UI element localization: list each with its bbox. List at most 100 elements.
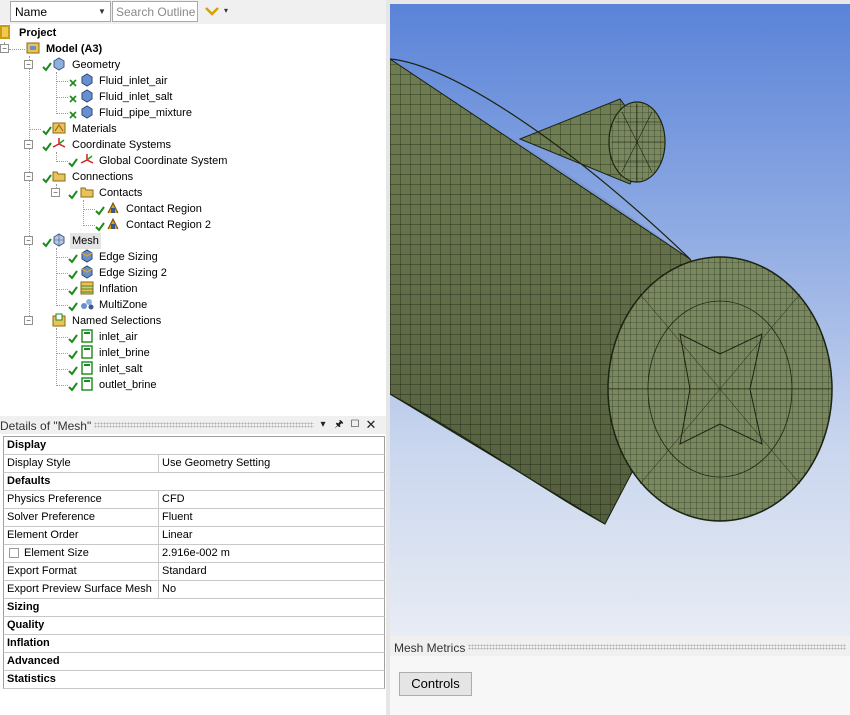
pin-icon[interactable]: 🖈: [332, 417, 346, 432]
check-icon: [68, 190, 78, 200]
collapse-toggle[interactable]: −: [24, 236, 33, 245]
details-property-row[interactable]: Display Style Use Geometry Setting: [3, 455, 385, 473]
dropdown-arrow-icon[interactable]: ▾: [224, 6, 234, 18]
tree-node-coordinate-systems[interactable]: Coordinate Systems: [52, 137, 252, 153]
details-property-row[interactable]: Element Order Linear: [3, 527, 385, 545]
details-panel-header: Details of "Mesh" ▾ 🖈 ☐ ✕: [0, 416, 386, 434]
column-separator: [158, 455, 159, 472]
search-outline-input[interactable]: Search Outline: [112, 1, 198, 22]
tree-node-geometry[interactable]: Geometry: [52, 57, 252, 73]
coordinate-system-icon: [80, 154, 94, 164]
tree-node-named-selections[interactable]: Named Selections: [52, 313, 252, 329]
collapse-toggle[interactable]: −: [0, 44, 9, 53]
tree-node-inflation[interactable]: Inflation: [80, 281, 280, 297]
tree-node-contact-region[interactable]: Contact Region 2: [106, 217, 306, 233]
tree-label: Contacts: [99, 187, 143, 199]
collapse-toggle[interactable]: −: [24, 316, 33, 325]
collapse-toggle[interactable]: −: [24, 172, 33, 181]
property-value[interactable]: Use Geometry Setting: [162, 457, 270, 469]
chevron-down-icon[interactable]: [204, 3, 220, 19]
property-name: Physics Preference: [7, 493, 102, 505]
tree-node-named-selection[interactable]: outlet_brine: [80, 377, 280, 393]
details-property-row[interactable]: Export Format Standard: [3, 563, 385, 581]
tree-node-model[interactable]: Model (A3): [26, 41, 226, 57]
tree-node-body[interactable]: Fluid_pipe_mixture: [80, 105, 280, 121]
collapse-toggle[interactable]: −: [24, 140, 33, 149]
column-separator: [158, 563, 159, 580]
x-mark-icon: [69, 111, 77, 119]
tree-node-contacts[interactable]: Contacts: [80, 185, 280, 201]
details-property-row[interactable]: Export Preview Surface Mesh No: [3, 581, 385, 599]
details-property-row[interactable]: Physics Preference CFD: [3, 491, 385, 509]
check-icon: [42, 174, 52, 184]
details-category-row[interactable]: Defaults: [3, 473, 385, 491]
tree-label: Fluid_inlet_air: [99, 75, 168, 87]
details-category-row[interactable]: Inflation: [3, 635, 385, 653]
tree-node-global-coordinate-system[interactable]: Global Coordinate System: [80, 153, 280, 169]
tree-node-project[interactable]: Project: [0, 25, 200, 41]
category-label: Display: [7, 439, 47, 451]
property-name: Export Format: [7, 565, 77, 577]
tree-node-edge-sizing[interactable]: Edge Sizing 2: [80, 265, 280, 281]
materials-icon: [52, 122, 66, 134]
check-icon: [68, 334, 78, 344]
mesh-model[interactable]: [390, 4, 850, 636]
parameter-checkbox[interactable]: [9, 548, 19, 558]
panel-menu-icon[interactable]: ▾: [316, 417, 330, 432]
named-selection-icon: [81, 377, 93, 391]
tree-node-materials[interactable]: Materials: [52, 121, 252, 137]
panel-grip[interactable]: [94, 422, 314, 428]
property-value[interactable]: Linear: [162, 529, 193, 541]
category-label: Advanced: [7, 655, 60, 667]
collapse-toggle[interactable]: −: [51, 188, 60, 197]
property-value[interactable]: Standard: [162, 565, 207, 577]
collapse-toggle[interactable]: −: [24, 60, 33, 69]
tree-label: inlet_air: [99, 331, 138, 343]
check-icon: [42, 142, 52, 152]
name-filter-combo[interactable]: Name ▼: [10, 1, 111, 22]
geometry-icon: [53, 57, 65, 71]
column-separator: [158, 581, 159, 598]
mesh-metrics-panel: Controls: [390, 656, 850, 715]
property-value[interactable]: CFD: [162, 493, 185, 505]
tree-label: Contact Region: [126, 203, 202, 215]
property-value[interactable]: 2.916e-002 m: [162, 547, 230, 559]
column-separator: [158, 509, 159, 526]
details-property-row[interactable]: Solver Preference Fluent: [3, 509, 385, 527]
property-value[interactable]: Fluent: [162, 511, 193, 523]
tree-node-body[interactable]: Fluid_inlet_air: [80, 73, 280, 89]
tree-node-multizone[interactable]: MultiZone: [80, 297, 280, 313]
tree-node-mesh[interactable]: Mesh: [52, 233, 252, 249]
coordinate-system-icon: [52, 138, 66, 148]
tree-node-connections[interactable]: Connections: [52, 169, 252, 185]
close-icon[interactable]: ✕: [364, 417, 378, 432]
x-mark-icon: [69, 79, 77, 87]
tree-node-body[interactable]: Fluid_inlet_salt: [80, 89, 280, 105]
details-category-row[interactable]: Sizing: [3, 599, 385, 617]
details-category-row[interactable]: Quality: [3, 617, 385, 635]
details-category-row[interactable]: Display: [3, 437, 385, 455]
details-category-row[interactable]: Statistics: [3, 671, 385, 689]
named-selections-icon: [52, 313, 66, 327]
folder-icon: [52, 171, 66, 182]
tree-label: Named Selections: [72, 315, 162, 327]
tree-node-named-selection[interactable]: inlet_air: [80, 329, 280, 345]
inflation-icon: [80, 281, 94, 295]
tree-node-named-selection[interactable]: inlet_brine: [80, 345, 280, 361]
controls-button[interactable]: Controls: [399, 672, 472, 696]
maximize-icon[interactable]: ☐: [348, 417, 362, 432]
model-icon: [26, 42, 40, 54]
graphics-viewport[interactable]: [390, 4, 850, 636]
tree-node-edge-sizing[interactable]: Edge Sizing: [80, 249, 280, 265]
panel-grip[interactable]: [468, 644, 846, 650]
details-property-row[interactable]: Element Size 2.916e-002 m: [3, 545, 385, 563]
details-category-row[interactable]: Advanced: [3, 653, 385, 671]
body-icon: [81, 89, 93, 103]
property-name: Element Size: [24, 547, 89, 559]
category-label: Quality: [7, 619, 45, 631]
tree-node-contact-region[interactable]: Contact Region: [106, 201, 306, 217]
tree-node-named-selection[interactable]: inlet_salt: [80, 361, 280, 377]
property-value[interactable]: No: [162, 583, 176, 595]
category-label: Statistics: [7, 673, 56, 685]
sizing-icon: [81, 265, 93, 279]
